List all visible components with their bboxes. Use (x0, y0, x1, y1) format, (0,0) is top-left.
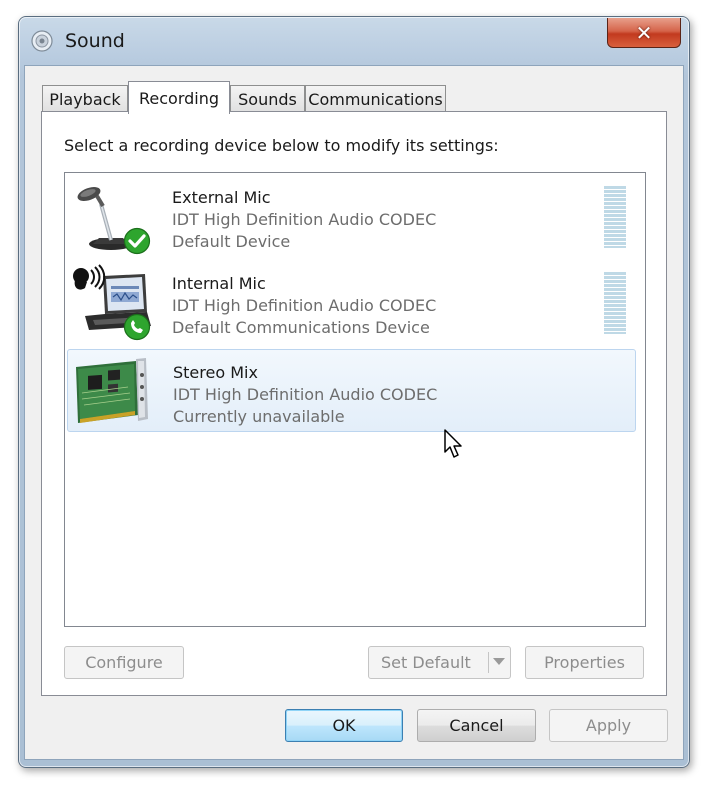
sound-card-icon (76, 358, 148, 423)
device-item-external-mic[interactable]: External Mic IDT High Definition Audio C… (67, 175, 636, 258)
properties-button[interactable]: Properties (525, 646, 644, 679)
split-separator (488, 652, 489, 673)
chevron-down-icon[interactable] (493, 658, 505, 665)
communications-phone-icon (123, 313, 151, 341)
device-status: Default Device (172, 232, 291, 251)
device-driver: IDT High Definition Audio CODEC (172, 210, 437, 229)
window-title: Sound (65, 30, 125, 52)
cancel-button[interactable]: Cancel (417, 709, 536, 742)
dialog-client-area: Playback Recording Sounds Communications… (24, 65, 684, 760)
tab-recording[interactable]: Recording (128, 81, 230, 114)
device-status: Currently unavailable (173, 407, 345, 426)
device-item-internal-mic[interactable]: Internal Mic IDT High Definition Audio C… (67, 261, 636, 344)
close-button[interactable]: ✕ (607, 18, 681, 48)
tab-sounds[interactable]: Sounds (230, 85, 305, 112)
sound-dialog-window: Sound ✕ Playback Recording Sounds Commun… (18, 16, 690, 768)
close-icon: ✕ (635, 20, 653, 45)
set-default-split-button[interactable]: Set Default (368, 646, 511, 679)
device-status: Default Communications Device (172, 318, 430, 337)
title-bar[interactable]: Sound ✕ (19, 17, 689, 63)
device-name: Stereo Mix (173, 363, 258, 382)
level-meter (604, 272, 626, 334)
device-driver: IDT High Definition Audio CODEC (173, 385, 438, 404)
recording-tab-panel: Select a recording device below to modif… (41, 111, 667, 696)
apply-button[interactable]: Apply (549, 709, 668, 742)
ok-button[interactable]: OK (285, 709, 403, 742)
configure-button[interactable]: Configure (64, 646, 184, 679)
default-check-icon (123, 227, 151, 255)
device-name: Internal Mic (172, 274, 266, 293)
tab-communications[interactable]: Communications (305, 85, 446, 112)
level-meter (604, 186, 626, 248)
device-name: External Mic (172, 188, 271, 207)
recording-device-list[interactable]: External Mic IDT High Definition Audio C… (64, 172, 646, 627)
speaker-icon (31, 30, 53, 52)
tab-playback[interactable]: Playback (42, 85, 128, 112)
device-driver: IDT High Definition Audio CODEC (172, 296, 437, 315)
set-default-label: Set Default (381, 653, 471, 672)
mouse-pointer-icon (444, 429, 462, 458)
device-item-stereo-mix[interactable]: Stereo Mix IDT High Definition Audio COD… (67, 349, 636, 432)
instruction-text: Select a recording device below to modif… (64, 136, 499, 155)
